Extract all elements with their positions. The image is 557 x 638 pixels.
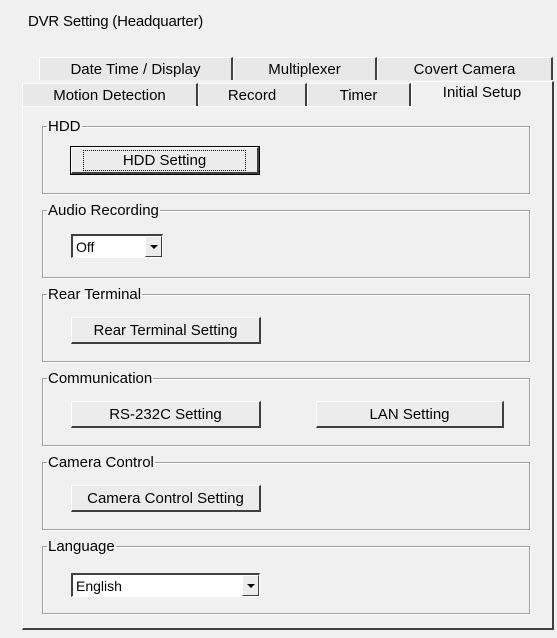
hdd-legend: HDD (48, 118, 81, 135)
tab-label: Motion Detection (53, 86, 166, 104)
tab-record[interactable]: Record (198, 83, 307, 106)
tab-label: Covert Camera (413, 60, 516, 78)
tab-covert-camera[interactable]: Covert Camera (377, 57, 553, 80)
chevron-down-icon (149, 244, 158, 249)
tab-initial-setup[interactable]: Initial Setup (411, 81, 554, 109)
tab-motion-detection[interactable]: Motion Detection (22, 83, 198, 106)
communication-legend: Communication (48, 370, 153, 387)
tab-timer[interactable]: Timer (307, 83, 411, 106)
language-select[interactable]: English (71, 573, 260, 597)
rs232c-setting-label: RS-232C Setting (109, 405, 222, 423)
language-dropdown-button[interactable] (242, 575, 259, 596)
tab-date-time-display[interactable]: Date Time / Display (39, 57, 233, 80)
audio-recording-value: Off (76, 238, 95, 255)
rs232c-setting-button[interactable]: RS-232C Setting (71, 401, 261, 428)
tab-label: Timer (339, 86, 378, 104)
rear-terminal-setting-label: Rear Terminal Setting (93, 321, 238, 339)
language-value: English (76, 577, 122, 594)
chevron-down-icon (246, 583, 255, 588)
initial-setup-panel: HDD HDD Setting Audio Recording Off Rear… (22, 106, 554, 630)
audio-dropdown-button[interactable] (145, 236, 162, 257)
tab-label: Date Time / Display (70, 60, 201, 78)
camera-control-legend: Camera Control (48, 454, 154, 471)
camera-control-setting-button[interactable]: Camera Control Setting (71, 485, 261, 512)
tab-label: Initial Setup (442, 84, 522, 101)
lan-setting-label: LAN Setting (369, 405, 450, 423)
tab-label: Multiplexer (268, 60, 341, 78)
hdd-setting-label: HDD Setting (82, 149, 247, 171)
rear-terminal-legend: Rear Terminal (48, 286, 142, 303)
audio-recording-legend: Audio Recording (48, 202, 159, 219)
rear-terminal-setting-button[interactable]: Rear Terminal Setting (71, 317, 261, 344)
tab-multiplexer[interactable]: Multiplexer (233, 57, 377, 80)
lan-setting-button[interactable]: LAN Setting (316, 401, 504, 428)
camera-control-setting-label: Camera Control Setting (87, 489, 244, 507)
tab-label: Record (227, 86, 277, 104)
language-legend: Language (48, 538, 115, 555)
window-title: DVR Setting (Headquarter) (28, 13, 204, 30)
hdd-setting-button[interactable]: HDD Setting (70, 146, 260, 175)
audio-recording-select[interactable]: Off (71, 234, 163, 258)
